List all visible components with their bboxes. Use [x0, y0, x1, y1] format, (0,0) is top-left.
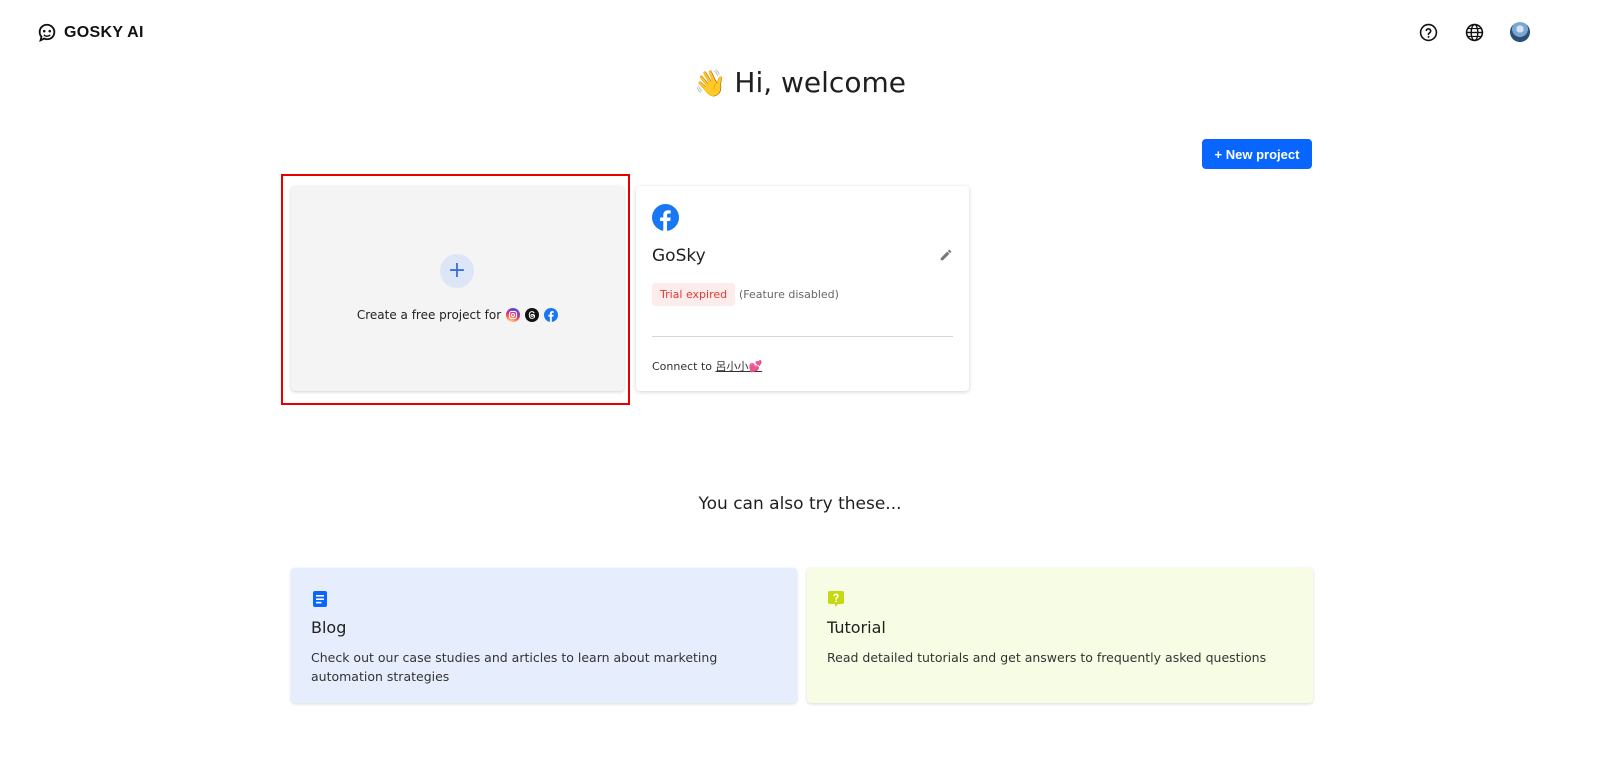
project-card[interactable]: GoSky Trial expired (Feature disabled) C… [636, 186, 969, 391]
waving-hand-icon: 👋 [694, 69, 727, 99]
project-name: GoSky [652, 246, 706, 266]
new-project-button[interactable]: + New project [1202, 139, 1312, 169]
plus-icon: + [440, 254, 474, 288]
divider [652, 336, 953, 337]
tutorial-title: Tutorial [827, 618, 886, 637]
document-icon [313, 591, 327, 607]
logo[interactable]: GOSKY AI [36, 22, 144, 44]
blog-card[interactable]: Blog Check out our case studies and arti… [291, 568, 797, 703]
connect-account-link[interactable]: 呂小小💕 [716, 360, 763, 373]
blog-description: Check out our case studies and articles … [311, 650, 718, 684]
connect-prefix: Connect to [652, 360, 713, 373]
status-note: (Feature disabled) [739, 288, 839, 301]
facebook-icon [544, 308, 559, 322]
avatar[interactable] [1510, 22, 1530, 42]
question-icon [828, 591, 844, 607]
gosky-logo-icon [38, 23, 56, 43]
create-project-card[interactable]: + Create a free project for [291, 186, 624, 391]
help-icon[interactable] [1418, 22, 1438, 42]
create-project-text-row: Create a free project for [291, 308, 624, 322]
blog-title: Blog [311, 618, 347, 637]
header-actions [1418, 22, 1530, 42]
connect-row: Connect to 呂小小💕 [652, 358, 762, 374]
logo-text: GOSKY AI [64, 24, 144, 41]
tutorial-description: Read detailed tutorials and get answers … [827, 650, 1267, 665]
tutorial-card[interactable]: Tutorial Read detailed tutorials and get… [807, 568, 1313, 703]
welcome-text: Hi, welcome [734, 66, 906, 99]
section-title: You can also try these... [698, 494, 902, 514]
facebook-icon [652, 204, 679, 231]
edit-icon[interactable] [939, 248, 953, 262]
welcome-heading: 👋 Hi, welcome [0, 66, 1600, 99]
globe-icon[interactable] [1464, 22, 1484, 42]
threads-icon [525, 308, 540, 322]
create-project-text: Create a free project for [356, 308, 502, 322]
status-badge: Trial expired [652, 283, 736, 306]
instagram-icon [506, 308, 521, 322]
